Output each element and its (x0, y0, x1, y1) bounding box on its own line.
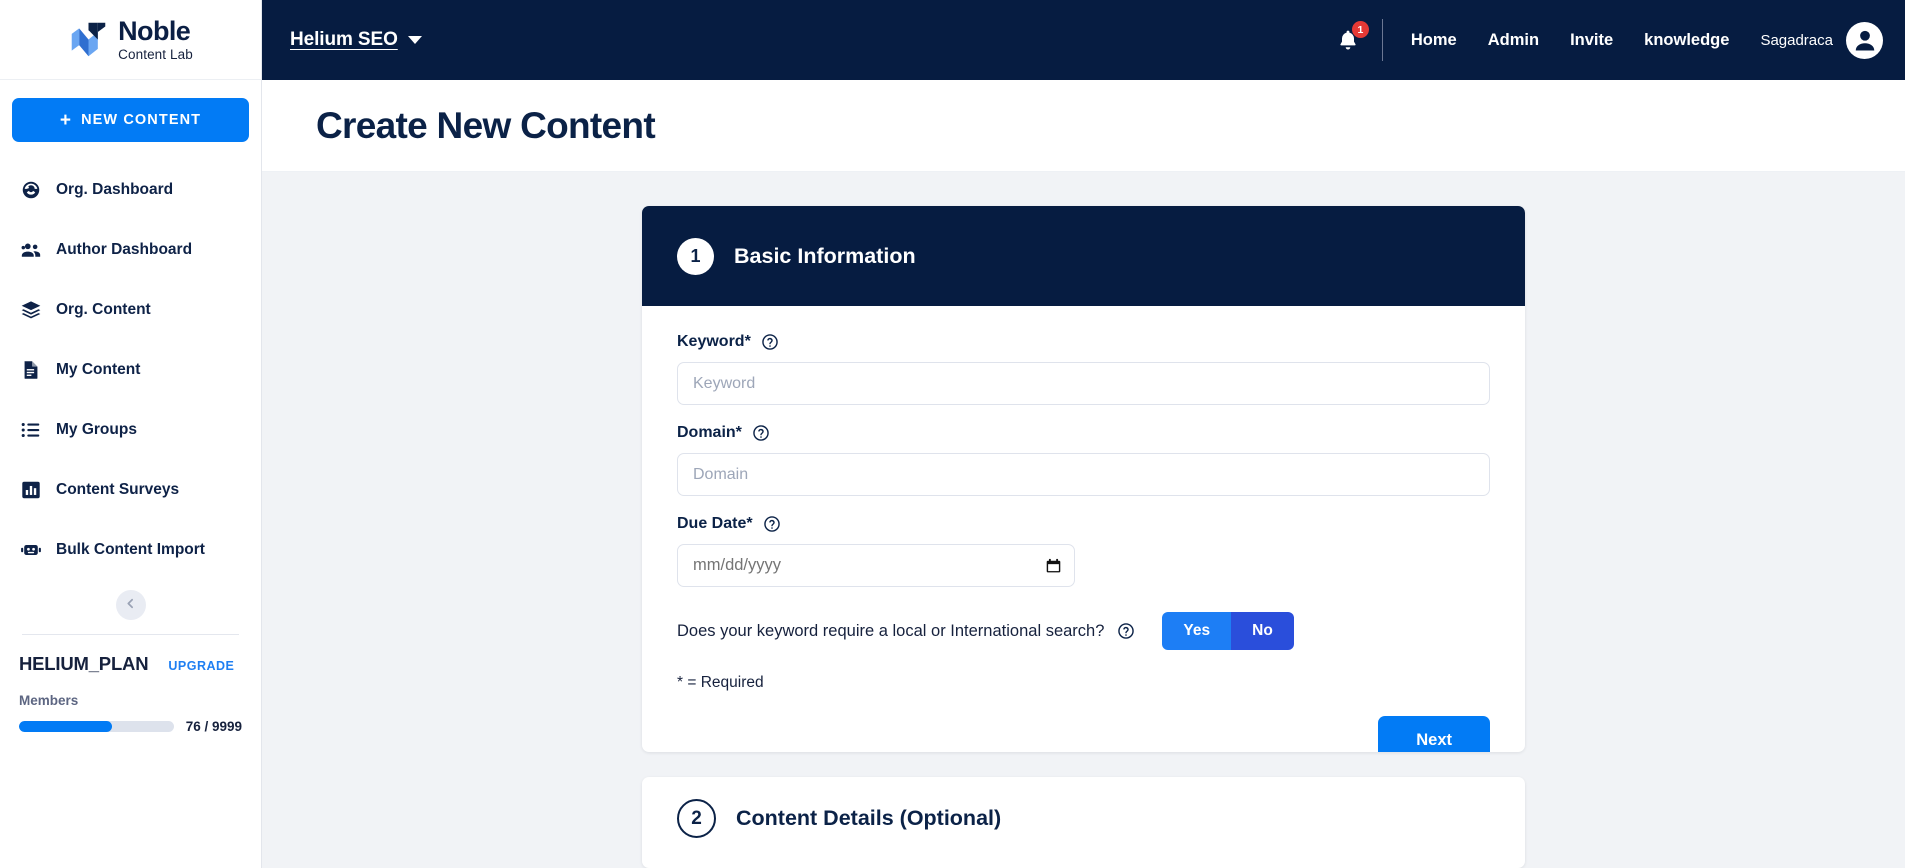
due-date-wrapper (677, 544, 1075, 587)
noble-n-logo-icon (68, 19, 109, 60)
speedometer-icon (20, 179, 42, 201)
step-1-header: 1 Basic Information (642, 206, 1525, 306)
step-1-card: 1 Basic Information Keyword* Keyword Dom… (642, 206, 1525, 752)
top-nav-item-knowledge[interactable]: knowledge (1644, 31, 1729, 50)
collapse-row (0, 580, 261, 634)
search-question-row: Does your keyword require a local or Int… (677, 612, 1490, 650)
step-2-title: Content Details (Optional) (736, 806, 1002, 830)
page-header: Create New Content (262, 80, 1905, 172)
plan-row: HELIUM_PLAN UPGRADE (19, 653, 242, 675)
plan-name: HELIUM_PLAN (19, 653, 149, 674)
members-progress-fill (19, 721, 112, 732)
due-date-field-group: Due Date* (677, 515, 1490, 587)
new-content-button[interactable]: + NEW CONTENT (12, 98, 249, 142)
sidebar-item-org-dashboard[interactable]: Org. Dashboard (0, 160, 261, 220)
next-button[interactable]: Next (1378, 716, 1490, 752)
new-content-label: NEW CONTENT (81, 112, 202, 128)
org-name: Helium SEO (290, 29, 398, 50)
users-group-icon (20, 239, 42, 261)
topbar-divider (1381, 19, 1383, 61)
help-circle-icon[interactable] (761, 333, 779, 351)
brand-subtitle: Content Lab (118, 46, 193, 62)
content-scroll-area: 1 Basic Information Keyword* Keyword Dom… (262, 172, 1905, 868)
help-circle-icon[interactable] (1117, 622, 1135, 640)
local-international-toggle: Yes No (1162, 612, 1294, 650)
step-1-footer: Next (677, 716, 1490, 752)
sidebar-item-my-content[interactable]: My Content (0, 340, 261, 400)
brand-name: Noble (118, 15, 191, 46)
top-nav: Home Admin Invite knowledge (1411, 31, 1730, 50)
topbar: Helium SEO 1 Home Admin Invite knowledge… (262, 0, 1905, 80)
toggle-no-button[interactable]: No (1231, 612, 1294, 650)
sidebar-item-label: Content Surveys (56, 481, 180, 498)
domain-input[interactable] (677, 453, 1490, 496)
sidebar-item-org-content[interactable]: Org. Content (0, 280, 261, 340)
keyword-field-group: Keyword* (677, 333, 1490, 405)
members-row: 76 / 9999 (19, 719, 242, 734)
app-root: Noble Content Lab + NEW CONTENT Org. Das… (0, 0, 1905, 868)
step-1-number: 1 (677, 237, 714, 275)
sidebar-nav: Org. Dashboard Author Dashboard Org. Con… (0, 156, 261, 580)
sidebar-item-label: Org. Dashboard (56, 181, 174, 198)
brand-logo[interactable]: Noble Content Lab (0, 0, 261, 80)
top-nav-item-admin[interactable]: Admin (1488, 31, 1539, 50)
avatar (1846, 21, 1883, 59)
sidebar-item-author-dashboard[interactable]: Author Dashboard (0, 220, 261, 280)
help-circle-icon[interactable] (752, 424, 770, 442)
org-switcher[interactable]: Helium SEO (290, 29, 422, 51)
user-menu[interactable]: Sagadraca (1760, 21, 1883, 59)
step-2-card: 2 Content Details (Optional) (642, 777, 1525, 868)
sidebar-item-label: My Groups (56, 421, 137, 438)
new-content-wrapper: + NEW CONTENT (0, 80, 261, 156)
search-question-text: Does your keyword require a local or Int… (677, 621, 1105, 640)
help-circle-icon[interactable] (763, 515, 781, 533)
sidebar-item-label: Bulk Content Import (56, 541, 205, 558)
sidebar-item-content-surveys[interactable]: Content Surveys (0, 460, 261, 520)
members-count: 76 / 9999 (185, 719, 242, 734)
sidebar-collapse-button[interactable] (115, 590, 146, 620)
plan-block: HELIUM_PLAN UPGRADE Members 76 / 9999 (0, 635, 261, 734)
due-date-label: Due Date* (677, 515, 753, 532)
toggle-yes-button[interactable]: Yes (1162, 612, 1232, 650)
sidebar-item-bulk-content-import[interactable]: Bulk Content Import (0, 520, 261, 580)
keyword-input[interactable] (677, 362, 1490, 405)
step-1-body: Keyword* Keyword Domain* Domain Due Date… (642, 306, 1525, 752)
keyword-label: Keyword* (677, 333, 751, 350)
sidebar-item-my-groups[interactable]: My Groups (0, 400, 261, 460)
sidebar-item-label: My Content (56, 361, 141, 378)
domain-label-row: Domain* (677, 424, 1490, 442)
robot-icon (20, 539, 42, 561)
user-name: Sagadraca (1760, 31, 1833, 49)
list-icon (20, 419, 42, 441)
chevron-down-icon (407, 36, 422, 44)
sidebar-item-label: Org. Content (56, 301, 151, 318)
calendar-icon[interactable] (1045, 557, 1062, 574)
step-2-number: 2 (677, 799, 716, 838)
step-2-header: 2 Content Details (Optional) (642, 777, 1525, 868)
domain-field-group: Domain* (677, 424, 1490, 496)
plus-icon: + (59, 109, 73, 131)
sidebar: Noble Content Lab + NEW CONTENT Org. Das… (0, 0, 262, 868)
main-area: Helium SEO 1 Home Admin Invite knowledge… (262, 0, 1905, 868)
members-progress-bar (19, 721, 174, 732)
document-icon (20, 359, 42, 381)
due-date-label-row: Due Date* (677, 515, 1490, 533)
bar-chart-icon (20, 479, 42, 501)
notification-badge: 1 (1351, 21, 1369, 38)
top-nav-item-invite[interactable]: Invite (1570, 31, 1613, 50)
due-date-input[interactable] (677, 544, 1075, 587)
page-title: Create New Content (316, 104, 656, 146)
keyword-label-row: Keyword* (677, 333, 1490, 351)
chevron-left-icon (124, 597, 137, 613)
top-nav-item-home[interactable]: Home (1411, 31, 1457, 50)
domain-label: Domain* (677, 424, 742, 441)
topbar-right: 1 Home Admin Invite knowledge Sagadraca (1336, 19, 1883, 61)
members-label: Members (19, 693, 79, 708)
notifications-button[interactable]: 1 (1336, 21, 1369, 52)
upgrade-link[interactable]: UPGRADE (168, 659, 234, 673)
layers-icon (20, 299, 42, 321)
sidebar-item-label: Author Dashboard (56, 241, 193, 258)
step-1-title: Basic Information (734, 243, 916, 268)
required-note: * = Required (677, 674, 764, 691)
